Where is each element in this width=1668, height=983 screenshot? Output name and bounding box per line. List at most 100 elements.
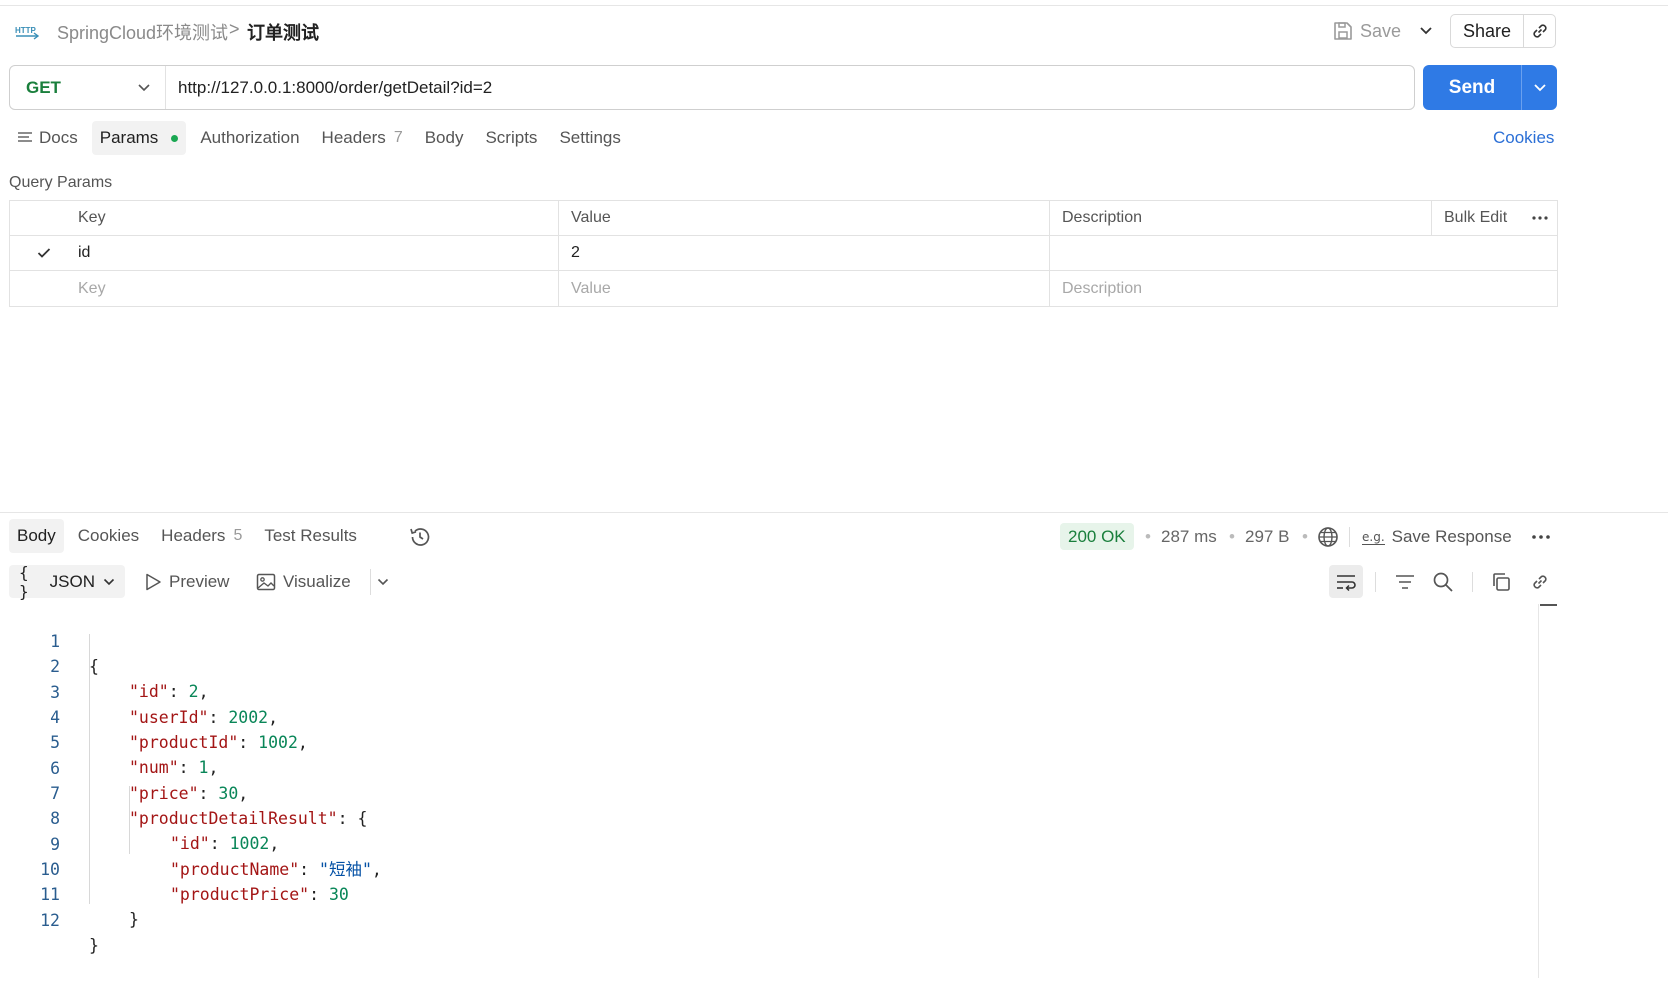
scrollbar[interactable] <box>1538 604 1539 978</box>
method-select[interactable]: GET <box>10 66 166 109</box>
visualize-options-chevron-down-icon[interactable] <box>370 569 395 595</box>
json-value: 1002 <box>258 733 298 752</box>
url-input[interactable] <box>166 66 1414 109</box>
query-params-table: Key Value Description Bulk Edit id 2 Key… <box>9 200 1558 307</box>
json-key: "num" <box>129 758 179 777</box>
checkbox-cell <box>10 271 78 306</box>
toolbar-divider <box>1349 527 1350 547</box>
table-row: id 2 <box>10 236 1557 271</box>
status-badge[interactable]: 200 OK <box>1060 523 1134 550</box>
more-options-icon[interactable] <box>1531 215 1549 221</box>
description-placeholder[interactable]: Description <box>1050 271 1557 306</box>
preview-button[interactable]: Preview <box>144 567 229 597</box>
response-time[interactable]: 287 ms <box>1161 527 1217 547</box>
json-value: 1 <box>198 758 209 777</box>
code-text: } <box>89 936 99 955</box>
code-line: 2 "id": 2, <box>0 629 208 701</box>
share-group: Share <box>1450 14 1556 48</box>
breadcrumb-separator: > <box>229 19 240 39</box>
tab-settings[interactable]: Settings <box>551 121 628 155</box>
breadcrumb-request-name[interactable]: 订单测试 <box>247 19 319 45</box>
bulk-edit-button[interactable]: Bulk Edit <box>1444 209 1507 227</box>
json-key: "productPrice" <box>170 885 310 904</box>
value-placeholder[interactable]: Value <box>559 271 1050 306</box>
param-enabled-checkbox[interactable] <box>35 244 53 262</box>
url-bar: GET <box>9 65 1415 110</box>
bulk-edit-cell: Bulk Edit <box>1431 201 1557 235</box>
param-value-cell[interactable]: 2 <box>559 236 1050 270</box>
search-icon[interactable] <box>1426 565 1460 598</box>
tab-response-body[interactable]: Body <box>9 519 64 553</box>
json-key: "id" <box>170 834 210 853</box>
code-line: 9 "productName": "短袖", <box>0 807 382 879</box>
globe-icon[interactable] <box>1316 525 1340 549</box>
breadcrumb-collection[interactable]: SpringCloud环境测试 <box>57 19 228 45</box>
pane-divider[interactable] <box>0 512 1668 513</box>
json-key: "id" <box>129 682 169 701</box>
tab-label: Params <box>99 128 159 147</box>
tab-label: Cookies <box>77 526 140 545</box>
toolbar-divider <box>1375 572 1376 592</box>
description-column-header: Description <box>1062 209 1143 226</box>
tab-label: Authorization <box>200 128 300 147</box>
more-options-icon[interactable] <box>1528 523 1554 551</box>
key-placeholder[interactable]: Key <box>78 271 559 306</box>
tab-label: Scripts <box>485 128 538 147</box>
link-icon[interactable] <box>1523 565 1557 598</box>
tab-body[interactable]: Body <box>417 121 472 155</box>
send-options-chevron-down-icon[interactable] <box>1522 65 1557 110</box>
tab-response-cookies[interactable]: Cookies <box>70 519 147 553</box>
copy-link-icon[interactable] <box>1524 15 1555 47</box>
line-number: 12 <box>40 911 60 930</box>
share-button[interactable]: Share <box>1451 15 1524 47</box>
json-value: "短袖" <box>319 860 372 879</box>
request-tabs: Docs Params Authorization Headers 7 Body… <box>9 121 635 155</box>
meta-separator: • <box>1229 527 1235 546</box>
method-label: GET <box>26 77 61 97</box>
save-options-chevron-down-icon[interactable] <box>1413 18 1439 44</box>
filter-icon[interactable] <box>1388 565 1422 598</box>
tab-response-headers[interactable]: Headers 5 <box>153 519 250 553</box>
visualize-label: Visualize <box>283 572 351 591</box>
json-key: "productName" <box>170 860 300 879</box>
cookies-link[interactable]: Cookies <box>1493 128 1554 148</box>
wrap-lines-icon[interactable] <box>1329 565 1363 598</box>
code-line: 4 "productId": 1002, <box>0 680 308 752</box>
params-active-dot <box>171 134 179 142</box>
code-line: 7 "productDetailResult": { <box>0 756 367 828</box>
scrollbar-thumb[interactable] <box>1540 604 1557 606</box>
response-headers-count: 5 <box>233 527 243 544</box>
tab-label: Docs <box>39 128 78 147</box>
tab-authorization[interactable]: Authorization <box>192 121 307 155</box>
save-response-button[interactable]: e.g. Save Response <box>1362 523 1512 551</box>
code-line: 1 { <box>0 604 99 676</box>
send-button[interactable]: Send <box>1423 65 1522 110</box>
history-icon[interactable] <box>406 523 434 551</box>
save-button[interactable]: Save <box>1332 14 1401 48</box>
tab-test-results[interactable]: Test Results <box>256 519 365 553</box>
tab-params[interactable]: Params <box>91 121 187 155</box>
json-braces-icon: { } <box>19 562 29 601</box>
chevron-down-icon <box>137 83 151 93</box>
window-top-border <box>0 0 1668 6</box>
visualize-button[interactable]: Visualize <box>256 567 351 597</box>
response-size[interactable]: 297 B <box>1245 527 1289 547</box>
param-key-cell[interactable]: id <box>78 236 559 270</box>
response-body-viewer[interactable]: 1 { 2 "id": 2, 3 "userId": 2002, 4 "prod… <box>0 604 1538 978</box>
code-line: 10 "productPrice": 30 <box>0 832 349 904</box>
tab-scripts[interactable]: Scripts <box>477 121 545 155</box>
format-select[interactable]: { } JSON <box>9 562 125 601</box>
json-value: 30 <box>328 885 349 904</box>
json-value: 2002 <box>228 708 269 727</box>
play-icon <box>144 572 162 592</box>
param-description-cell[interactable] <box>1050 236 1557 270</box>
code-line: 5 "num": 1, <box>0 705 218 777</box>
key-column-header: Key <box>78 201 559 235</box>
copy-icon[interactable] <box>1484 565 1518 598</box>
preview-label: Preview <box>169 572 230 591</box>
tab-docs[interactable]: Docs <box>9 121 86 155</box>
table-row-empty: Key Value Description <box>10 271 1557 306</box>
save-icon <box>1332 20 1354 42</box>
tab-label: Body <box>424 128 464 147</box>
tab-headers[interactable]: Headers 7 <box>314 121 411 155</box>
